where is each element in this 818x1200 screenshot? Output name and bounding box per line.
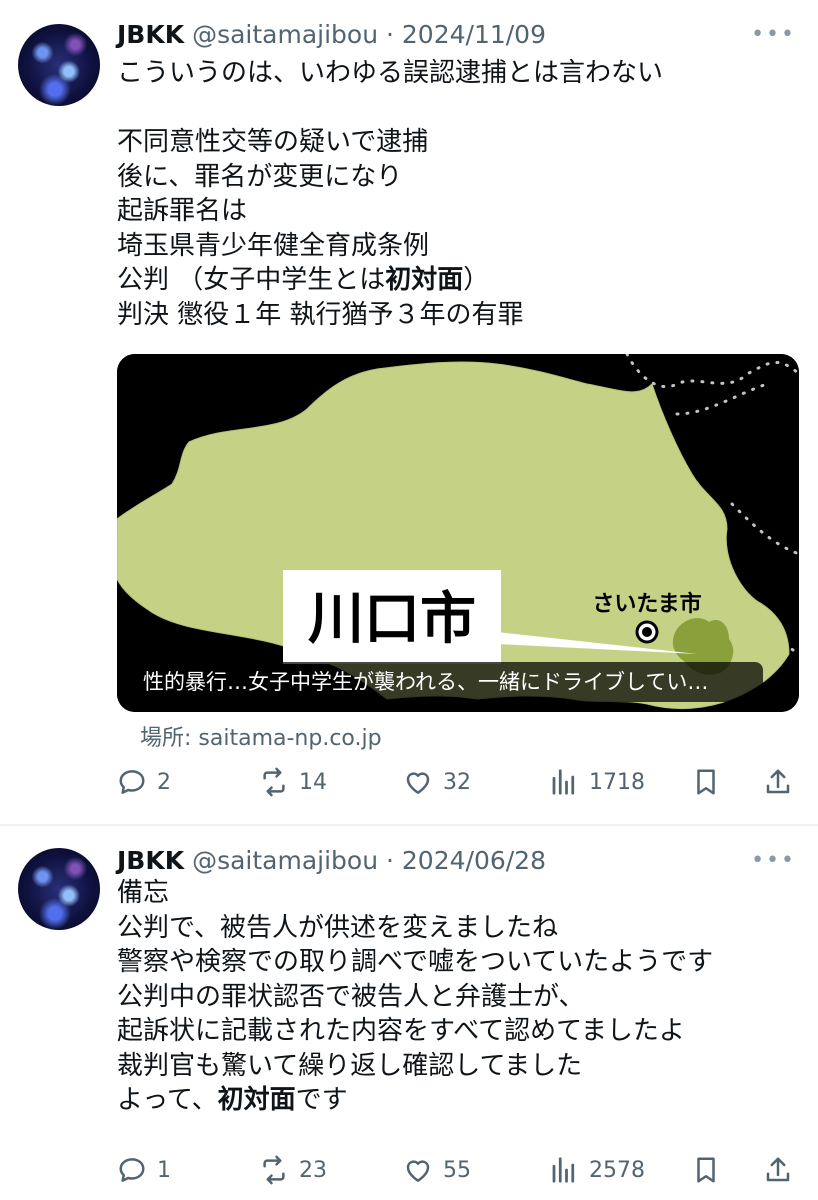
bookmark-icon	[697, 769, 715, 795]
card-source[interactable]: 場所: saitama-np.co.jp	[140, 720, 382, 752]
reply-icon	[119, 1158, 145, 1182]
text-segment: 公判 （女子中学生とは	[117, 265, 386, 295]
tweet-text: 備忘 公判で、被告人が供述を変えましたね 警察や検察での取り調べで嘘をついていた…	[117, 876, 797, 1118]
views-icon	[552, 769, 575, 795]
share-button[interactable]	[763, 1150, 793, 1190]
text-line: 公判で、被告人が供述を変えましたね	[117, 912, 558, 943]
display-name[interactable]: JBKK	[117, 20, 184, 49]
bookmark-button[interactable]	[691, 762, 721, 802]
map-label-big: 川口市	[308, 587, 476, 652]
more-icon[interactable]: •••	[751, 848, 796, 873]
share-button[interactable]	[763, 762, 793, 802]
like-button[interactable]: 55	[403, 1150, 471, 1190]
like-count: 32	[443, 769, 471, 795]
text-line: 埼玉県青少年健全育成条例	[117, 230, 430, 261]
text-line: 不同意性交等の疑いで逮捕	[117, 127, 429, 157]
text-line: 公判 （女子中学生とは初対面）	[117, 265, 489, 295]
text-line: 裁判官も驚いて繰り返し確認してました	[117, 1050, 583, 1081]
text-line: 判決 懲役１年 執行猶予３年の有罪	[117, 299, 524, 330]
tweet-date[interactable]: 2024/06/28	[402, 846, 546, 875]
retweet-count: 23	[299, 1157, 327, 1183]
avatar[interactable]	[18, 24, 100, 106]
text-line: よって、初対面です	[117, 1085, 348, 1115]
reply-count: 2	[157, 769, 171, 795]
like-icon	[406, 1160, 430, 1182]
map-label-small: さいたま市	[592, 591, 701, 617]
reply-button[interactable]: 2	[117, 762, 171, 802]
like-count: 55	[443, 1157, 471, 1183]
dot-separator: ·	[378, 20, 402, 49]
tweet-1[interactable]: JBKK @saitamajibou · 2024/11/09 ••• こういう…	[0, 0, 818, 824]
city-marker-icon	[635, 620, 659, 644]
view-count: 1718	[589, 769, 645, 795]
user-handle[interactable]: @saitamajibou	[192, 20, 378, 49]
text-line: 公判中の罪状認否で被告人と弁護士が、	[117, 981, 585, 1012]
text-line: こういうのは、いわゆる誤認逮捕とは言わない	[117, 58, 664, 88]
tweet-2[interactable]: JBKK @saitamajibou · 2024/06/28 ••• 備忘 公…	[0, 826, 818, 1200]
text-segment: よって、	[117, 1085, 218, 1115]
text-segment: ）	[463, 265, 490, 295]
display-name[interactable]: JBKK	[117, 846, 184, 875]
views-button[interactable]: 1718	[549, 762, 645, 802]
share-icon	[766, 769, 790, 794]
text-line: 警察や検察での取り調べで嘘をついていたようです	[117, 947, 714, 977]
tweet-header: JBKK @saitamajibou · 2024/06/28	[117, 846, 546, 876]
text-line: 備忘	[117, 878, 170, 908]
bookmark-button[interactable]	[691, 1150, 721, 1190]
card-caption[interactable]: 性的暴行…女子中学生が襲われる、一緒にドライブしてい…	[129, 662, 763, 702]
retweet-icon	[263, 767, 285, 797]
retweet-button[interactable]: 23	[259, 1150, 327, 1190]
tweet-text: こういうのは、いわゆる誤認逮捕とは言わない 不同意性交等の疑いで逮捕 後に、罪名…	[117, 56, 797, 332]
reply-icon	[119, 770, 145, 794]
action-bar: 1 23 55 2578	[117, 1150, 807, 1190]
reply-count: 1	[157, 1157, 171, 1183]
avatar[interactable]	[18, 848, 100, 930]
text-line: 起訴状に記載された内容をすべて認めてましたよ	[117, 1016, 685, 1046]
tweet-header: JBKK @saitamajibou · 2024/11/09	[117, 20, 546, 50]
retweet-count: 14	[299, 769, 327, 795]
reply-button[interactable]: 1	[117, 1150, 171, 1190]
bold-text: 初対面	[385, 265, 464, 295]
view-count: 2578	[589, 1157, 645, 1183]
link-card[interactable]: 川口市 さいたま市 性的暴行…女子中学生が襲われる、一緒にドライブしてい…	[117, 354, 799, 712]
like-button[interactable]: 32	[403, 762, 471, 802]
views-icon	[552, 1157, 575, 1183]
text-segment: です	[295, 1085, 348, 1115]
tweet-date[interactable]: 2024/11/09	[402, 20, 546, 49]
bold-text: 初対面	[217, 1085, 296, 1115]
dot-separator: ·	[378, 846, 402, 875]
user-handle[interactable]: @saitamajibou	[192, 846, 378, 875]
text-line: 起訴罪名は	[117, 196, 248, 226]
more-icon[interactable]: •••	[751, 22, 796, 47]
bookmark-icon	[697, 1157, 715, 1183]
text-line: 後に、罪名が変更になり	[117, 161, 403, 192]
share-icon	[766, 1157, 790, 1182]
map-image: 川口市 さいたま市	[117, 354, 799, 712]
action-bar: 2 14 32 1718	[117, 762, 807, 802]
like-icon	[406, 772, 430, 794]
retweet-button[interactable]: 14	[259, 762, 327, 802]
retweet-icon	[263, 1155, 285, 1185]
views-button[interactable]: 2578	[549, 1150, 645, 1190]
